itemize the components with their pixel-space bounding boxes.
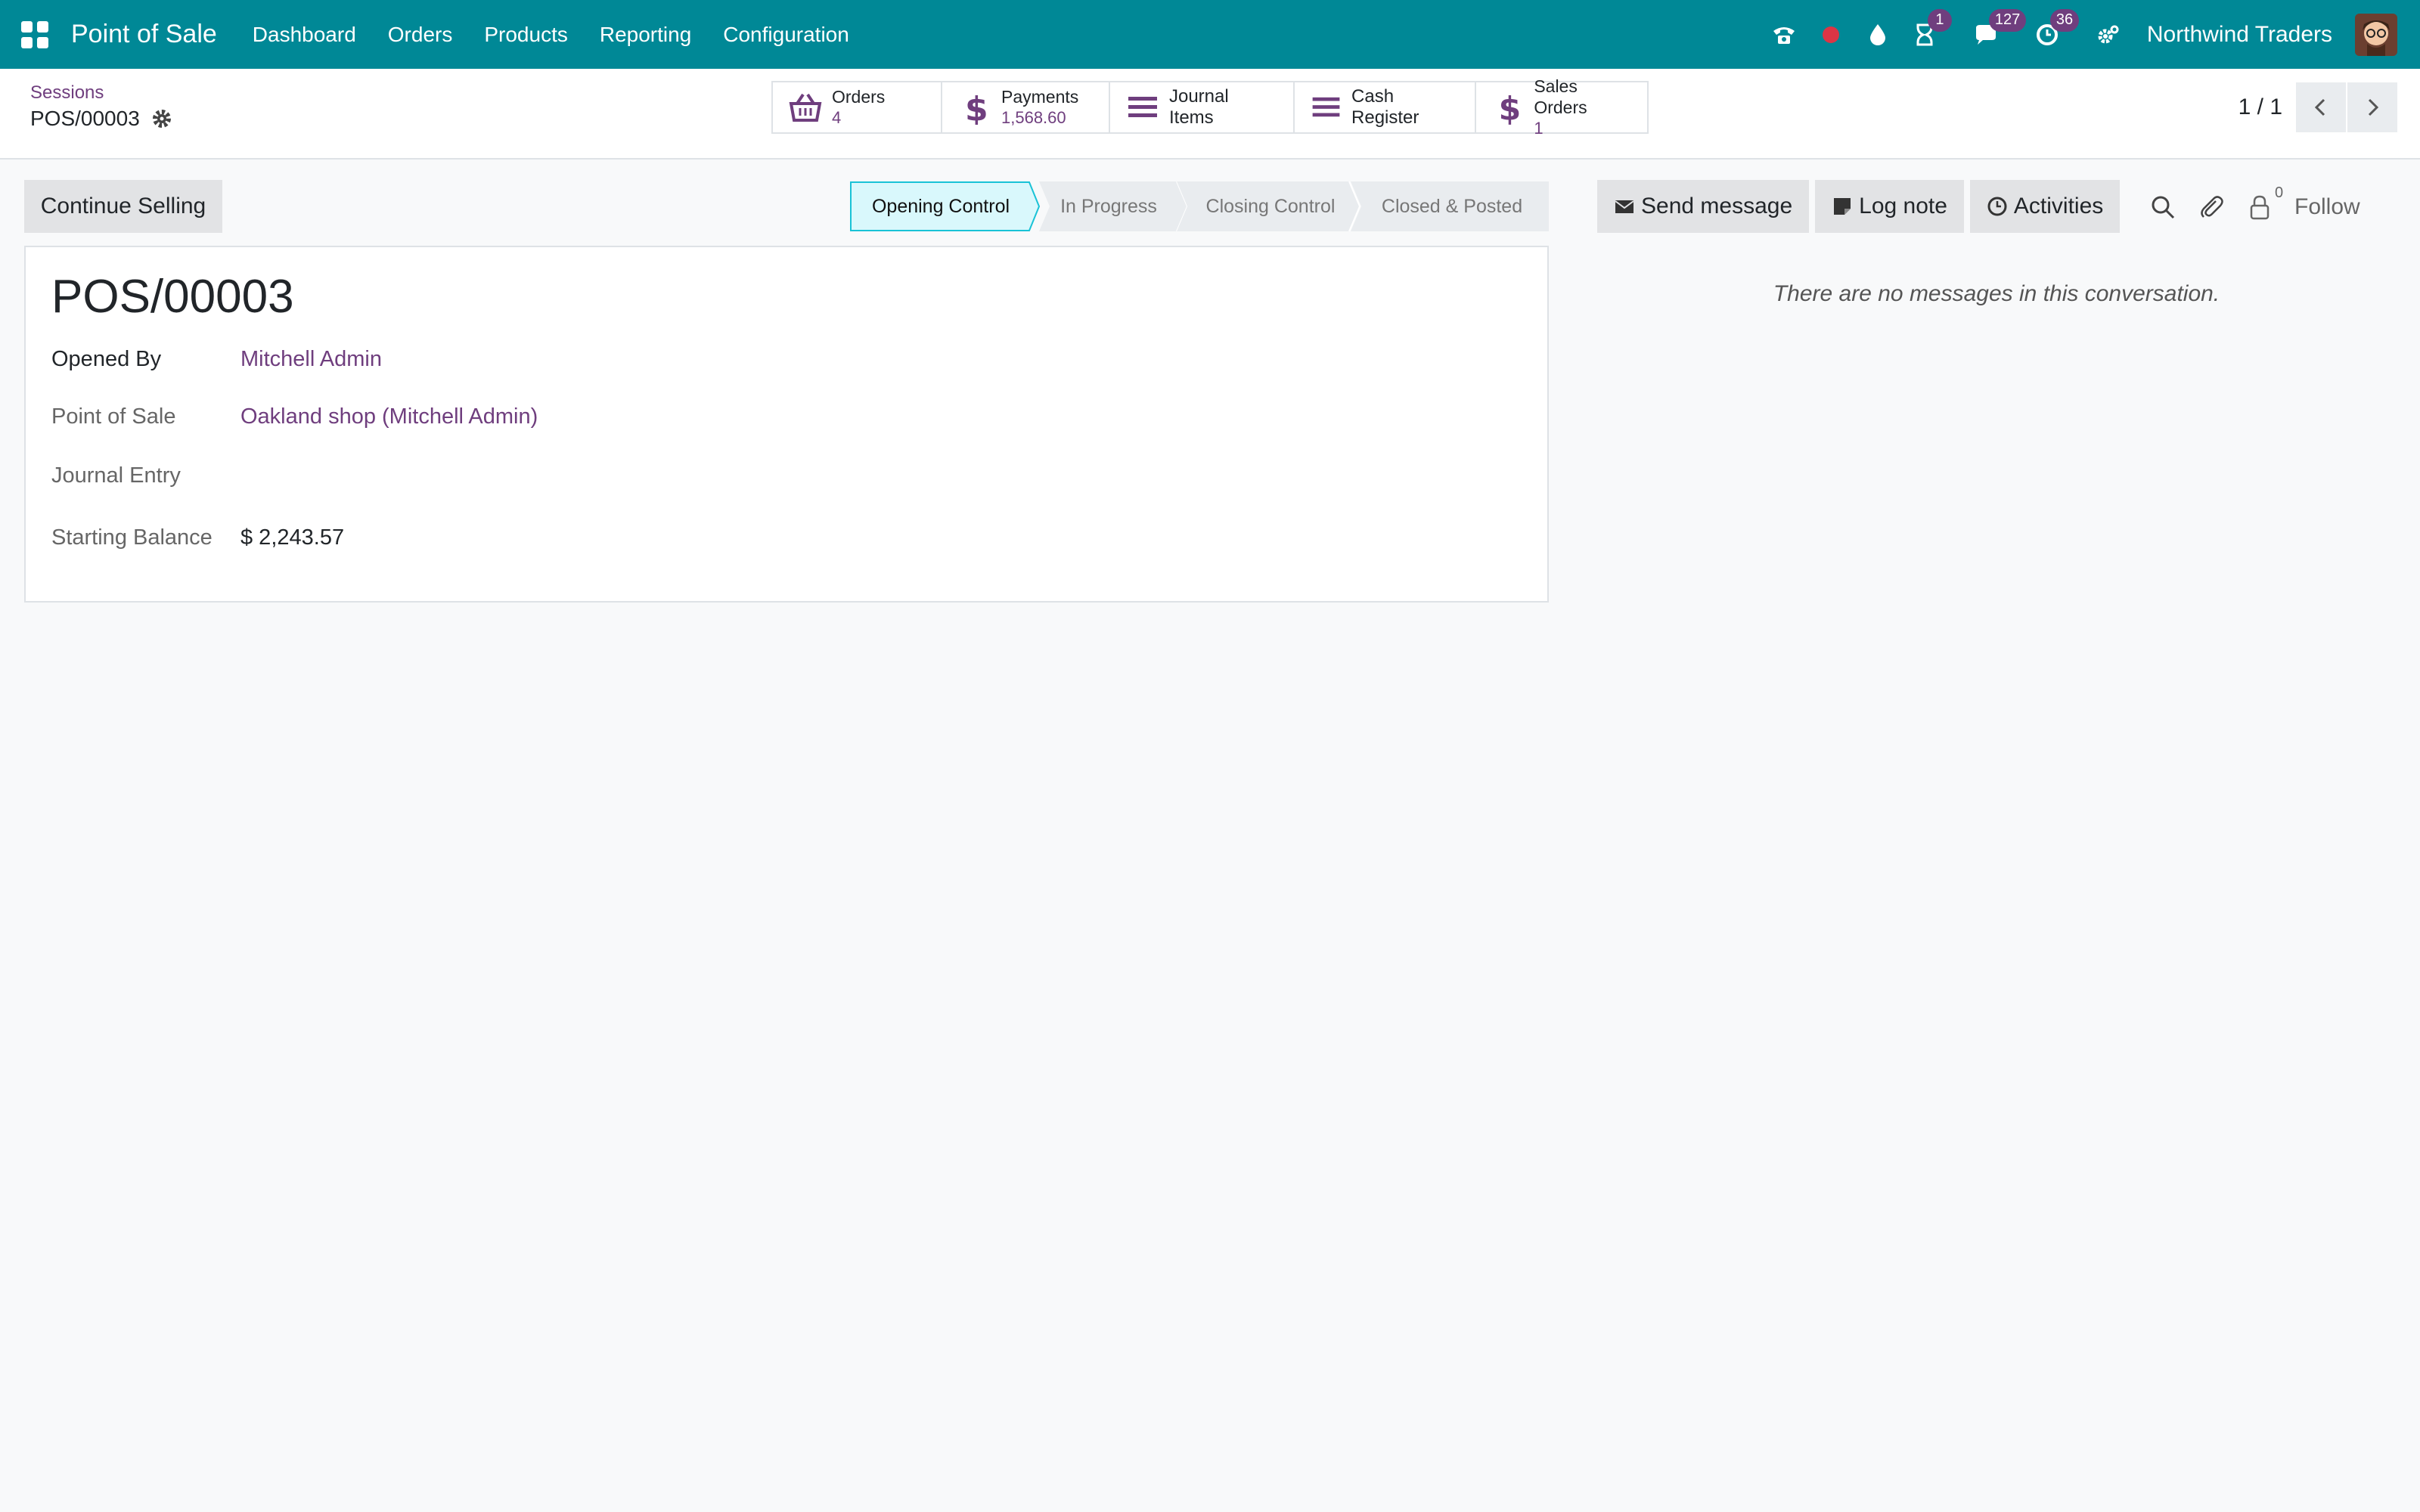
menu-reporting[interactable]: Reporting xyxy=(584,23,707,47)
status-in-progress-label: In Progress xyxy=(1060,196,1157,217)
search-icon[interactable] xyxy=(2149,194,2176,221)
opened-by-label: Opened By xyxy=(51,347,162,371)
menu-configuration[interactable]: Configuration xyxy=(707,23,865,47)
chatter-tools: 0 Follow xyxy=(2149,184,2360,228)
sales-orders-label: Sales Orders xyxy=(1534,76,1587,117)
chatter-topbar: Send message Log note Activities xyxy=(1597,180,2126,233)
followers-lock-icon[interactable]: 0 xyxy=(2246,184,2283,221)
log-note-button[interactable]: Log note xyxy=(1815,180,1964,233)
dollar-icon: $ xyxy=(965,90,988,125)
note-icon xyxy=(1834,198,1851,215)
cash-register-label: Cash Register xyxy=(1351,86,1419,128)
activity-badge: 1 xyxy=(1927,8,1952,32)
record-icon[interactable] xyxy=(1816,20,1846,50)
phone-icon[interactable] xyxy=(1769,20,1799,50)
settings-gears-icon[interactable] xyxy=(2093,20,2124,50)
dollar-icon: $ xyxy=(1499,91,1522,125)
journal-items-smart-button[interactable]: Journal Items xyxy=(1110,82,1295,132)
svg-text:$: $ xyxy=(965,90,988,125)
top-navbar: Point of Sale Dashboard Orders Products … xyxy=(0,0,2420,69)
opened-by-value[interactable]: Mitchell Admin xyxy=(240,347,382,372)
send-message-button[interactable]: Send message xyxy=(1597,180,1810,233)
menu-dashboard[interactable]: Dashboard xyxy=(237,23,372,47)
status-opening-control-label: Opening Control xyxy=(871,196,1010,217)
payments-label: Payments xyxy=(1001,87,1079,107)
status-closed-posted-label: Closed & Posted xyxy=(1381,196,1523,217)
app-title[interactable]: Point of Sale xyxy=(71,20,217,49)
list-icon xyxy=(1312,97,1340,117)
basket-icon xyxy=(789,93,822,122)
sales-orders-smart-button[interactable]: $ Sales Orders 1 xyxy=(1476,76,1647,138)
activities-label: Activities xyxy=(2013,194,2104,218)
envelope-icon xyxy=(1615,200,1634,213)
paperclip-icon[interactable] xyxy=(2198,194,2225,221)
empty-conversation-message: There are no messages in this conversati… xyxy=(1773,281,2220,306)
orders-smart-button[interactable]: Orders 4 xyxy=(773,82,942,132)
clock-badge: 36 xyxy=(2049,8,2080,32)
follow-button[interactable]: Follow xyxy=(2294,194,2360,220)
pager-value[interactable]: 1 / 1 xyxy=(2238,94,2282,120)
orders-label: Orders xyxy=(832,87,886,107)
gear-icon[interactable] xyxy=(150,107,173,130)
messages-icon[interactable]: 127 xyxy=(1971,8,2027,50)
list-icon xyxy=(1128,97,1157,117)
journal-entry-label: Journal Entry xyxy=(51,463,181,488)
pager: 1 / 1 xyxy=(2238,82,2397,132)
follower-count: 0 xyxy=(2275,184,2284,201)
field-starting-balance: Starting Balance $ 2,243.57 xyxy=(51,525,344,550)
pager-next-button[interactable] xyxy=(2347,82,2397,132)
send-message-label: Send message xyxy=(1641,194,1793,218)
status-in-progress[interactable]: In Progress xyxy=(1030,181,1189,231)
journal-items-label: Journal Items xyxy=(1168,86,1229,128)
field-point-of-sale: Point of Sale Oakland shop (Mitchell Adm… xyxy=(51,404,538,429)
payments-smart-button[interactable]: $ Payments 1,568.60 xyxy=(942,82,1110,132)
cash-register-smart-button[interactable]: Cash Register xyxy=(1295,82,1476,132)
breadcrumb-current: POS/00003 xyxy=(30,107,173,131)
apps-menu-icon[interactable] xyxy=(21,20,48,48)
point-of-sale-value[interactable]: Oakland shop (Mitchell Admin) xyxy=(240,404,538,429)
point-of-sale-label: Point of Sale xyxy=(51,404,176,429)
droplet-icon[interactable] xyxy=(1863,20,1893,50)
messages-badge: 127 xyxy=(1988,8,2027,32)
company-name[interactable]: Northwind Traders xyxy=(2147,22,2332,48)
main-menu: Dashboard Orders Products Reporting Conf… xyxy=(237,23,865,47)
activities-button[interactable]: Activities xyxy=(1969,180,2121,233)
status-closing-control[interactable]: Closing Control xyxy=(1177,181,1363,231)
sales-orders-count: 1 xyxy=(1534,119,1544,138)
record-name: POS/00003 xyxy=(30,107,140,130)
pager-previous-button[interactable] xyxy=(2296,82,2346,132)
clock-icon xyxy=(1987,197,2007,216)
form-sheet: POS/00003 Opened By Mitchell Admin Point… xyxy=(24,246,1549,603)
field-journal-entry: Journal Entry xyxy=(51,463,240,488)
chevron-right-icon xyxy=(2368,98,2379,116)
log-note-label: Log note xyxy=(1859,194,1947,218)
hourglass-icon[interactable]: 1 xyxy=(1910,8,1952,50)
starting-balance-label: Starting Balance xyxy=(51,525,213,550)
menu-orders[interactable]: Orders xyxy=(372,23,469,47)
chevron-left-icon xyxy=(2314,98,2325,116)
continue-selling-button[interactable]: Continue Selling xyxy=(24,180,222,233)
user-avatar[interactable] xyxy=(2355,13,2397,56)
control-panel: Sessions POS/00003 Orders 4 $ Payments 1… xyxy=(0,69,2420,160)
field-opened-by: Opened By Mitchell Admin xyxy=(51,347,382,372)
menu-products[interactable]: Products xyxy=(468,23,584,47)
breadcrumb-sessions[interactable]: Sessions xyxy=(30,82,104,104)
smart-buttons: Orders 4 $ Payments 1,568.60 Journal Ite… xyxy=(771,76,1649,138)
statusbar: Opening Control In Progress Closing Cont… xyxy=(850,181,1549,231)
status-closed-posted[interactable]: Closed & Posted xyxy=(1351,181,1549,231)
session-title: POS/00003 xyxy=(51,271,294,323)
svg-text:$: $ xyxy=(1499,91,1522,125)
status-closing-control-label: Closing Control xyxy=(1205,196,1336,217)
clock-icon[interactable]: 36 xyxy=(2032,8,2080,50)
systray: 1 127 36 Northwind Traders xyxy=(1761,0,2420,69)
status-opening-control[interactable]: Opening Control xyxy=(850,181,1041,231)
starting-balance-value: $ 2,243.57 xyxy=(240,525,345,550)
payments-amount: 1,568.60 xyxy=(1001,108,1066,127)
orders-count: 4 xyxy=(832,108,842,127)
